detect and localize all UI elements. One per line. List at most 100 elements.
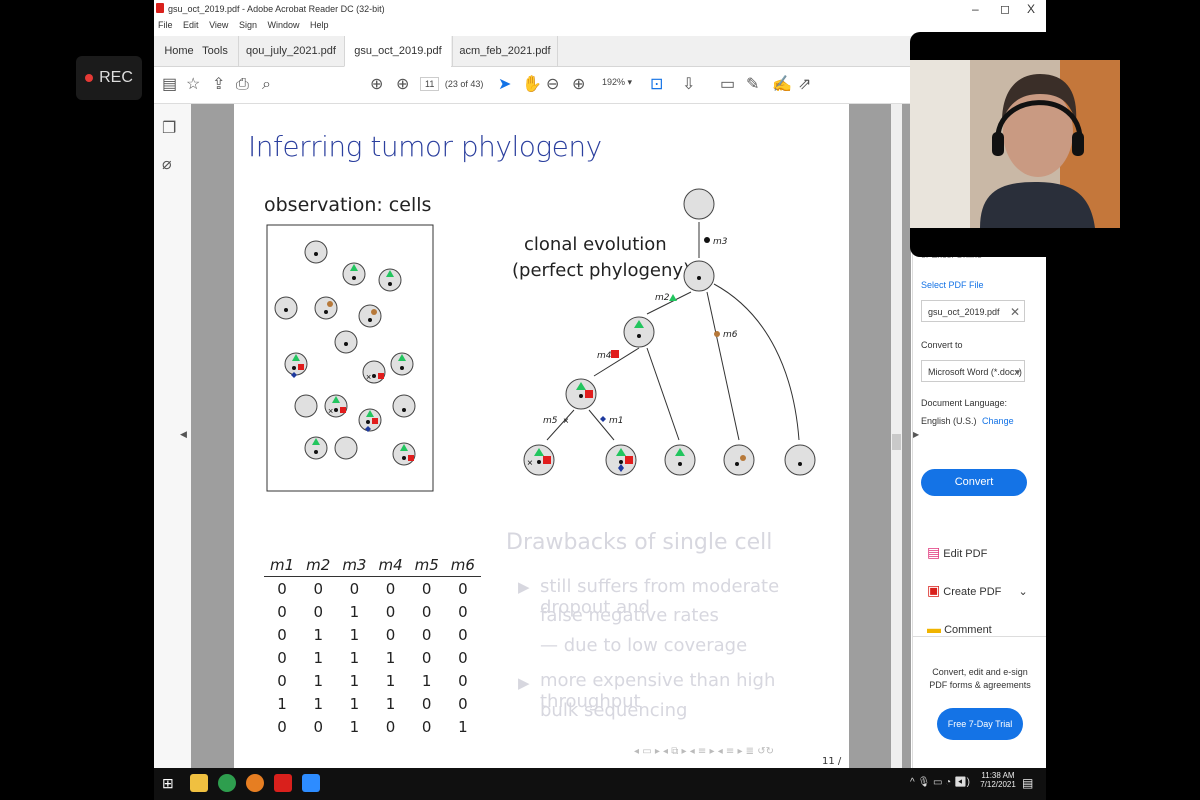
clear-file-icon[interactable]: ✕: [1010, 301, 1020, 323]
matrix-cell: 1: [458, 717, 468, 736]
panel-divider: [913, 636, 1046, 637]
scroll-mode-icon[interactable]: ⇩: [682, 76, 695, 94]
matrix-header: m2: [300, 554, 337, 577]
matrix-header: m5: [408, 554, 445, 577]
acrobat-taskbar-icon[interactable]: [274, 774, 292, 792]
windows-start-icon[interactable]: ⊞: [162, 775, 174, 792]
menu-sign[interactable]: Sign: [239, 20, 257, 30]
menu-view[interactable]: View: [209, 20, 228, 30]
matrix-cell: 0: [277, 602, 287, 621]
collapse-left-icon[interactable]: ◀: [180, 429, 187, 440]
convert-to-select[interactable]: Microsoft Word (*.docx) ▾: [921, 360, 1025, 382]
matrix-cell: 0: [421, 694, 432, 713]
zoom-taskbar-icon[interactable]: [302, 774, 320, 792]
matrix-cell: 0: [421, 625, 432, 644]
edit-pdf-icon: ▤: [927, 544, 941, 560]
fit-page-icon[interactable]: ⊡: [650, 76, 663, 94]
notifications-icon[interactable]: ▤: [1022, 776, 1033, 790]
mutation-label-m3: m3: [713, 237, 728, 247]
matrix-cell: 1: [349, 648, 360, 667]
sign-icon[interactable]: ✍: [772, 76, 792, 94]
table-row: 1 1 1 1 0 0: [264, 692, 481, 715]
matrix-cell: 0: [385, 625, 396, 644]
menu-edit[interactable]: Edit: [183, 20, 199, 30]
table-row: 0 1 1 1 1 0: [264, 669, 481, 692]
left-navigation-rail: ❐ ⌀ ◀: [154, 104, 192, 768]
select-cursor-icon[interactable]: ➤: [498, 76, 511, 94]
comment-icon[interactable]: ▭: [720, 76, 735, 94]
table-row: 0 1 1 0 0 0: [264, 623, 481, 646]
file-explorer-icon[interactable]: [190, 774, 208, 792]
matrix-cell: 1: [313, 625, 323, 644]
minimize-button[interactable]: –: [972, 2, 979, 16]
edit-pdf-tool[interactable]: ▤ Edit PDF: [927, 544, 987, 561]
bullet-marker: ▶: [518, 578, 530, 596]
share-icon[interactable]: ⇗: [798, 76, 811, 94]
menu-help[interactable]: Help: [310, 20, 329, 30]
convert-button[interactable]: Convert: [921, 469, 1027, 496]
vertical-scrollbar[interactable]: [891, 104, 902, 768]
matrix-cell: 0: [277, 717, 287, 736]
app-icon[interactable]: [246, 774, 264, 792]
bookmark-star-icon[interactable]: ☆: [186, 76, 200, 94]
svg-text:×: ×: [328, 406, 333, 416]
document-viewer[interactable]: Inferring tumor phylogeny observation: c…: [191, 104, 911, 768]
print-icon[interactable]: ⎙: [236, 76, 249, 94]
free-trial-button[interactable]: Free 7-Day Trial: [937, 708, 1023, 740]
tab-document[interactable]: acm_feb_2021.pdf: [452, 36, 558, 66]
edit-pdf-label: Edit PDF: [943, 548, 988, 560]
matrix-cell: 1: [421, 671, 432, 690]
phylogeny-tree-figure: × × m3 m2 m6 m4 m5 m1: [523, 188, 816, 476]
matrix-cell: 0: [349, 579, 360, 598]
save-icon[interactable]: ▤: [162, 76, 177, 94]
selected-file-name: gsu_oct_2019.pdf: [928, 307, 1000, 317]
tab-document-active[interactable]: gsu_oct_2019.pdf ×: [344, 36, 451, 87]
document-language-label: Document Language:: [921, 398, 1008, 408]
pages-panel-icon[interactable]: ❐: [162, 118, 176, 138]
change-language-link[interactable]: Change: [982, 416, 1014, 426]
tab-home[interactable]: Home: [162, 36, 196, 66]
previous-page-icon[interactable]: ⊕: [370, 76, 383, 94]
upload-cloud-icon[interactable]: ⇪: [212, 76, 225, 94]
menu-file[interactable]: File: [158, 20, 173, 30]
hand-tool-icon[interactable]: ✋: [522, 76, 542, 94]
comment-tool[interactable]: ▬ Comment: [927, 620, 992, 636]
tab-tools[interactable]: Tools: [200, 36, 230, 66]
menu-window[interactable]: Window: [267, 20, 299, 30]
chrome-icon[interactable]: [218, 774, 236, 792]
clock[interactable]: 11:38 AM 7/12/2021: [980, 771, 1016, 789]
scrollbar-thumb[interactable]: [892, 434, 901, 450]
page-number-input[interactable]: 11: [420, 77, 440, 91]
page-number-field[interactable]: 11 (23 of 43): [420, 77, 483, 91]
matrix-cell: 0: [313, 717, 323, 736]
bullet-marker: ▶: [518, 674, 530, 692]
matrix-cell: 0: [458, 602, 468, 621]
zoom-select[interactable]: 192% ▾: [602, 77, 632, 88]
webcam-video-overlay: [910, 32, 1120, 257]
next-page-icon[interactable]: ⊕: [396, 76, 409, 94]
comment-tool-icon: ▬: [927, 620, 941, 636]
beamer-navigation-icons[interactable]: ◂ ▭ ▸ ◂ ⧉ ▸ ◂ ≡ ▸ ◂ ≡ ▸ ≣ ↺↻: [634, 746, 774, 757]
zoom-in-icon[interactable]: ⊕: [572, 76, 585, 94]
zoom-out-icon[interactable]: ⊖: [546, 76, 559, 94]
windows-taskbar: ⊞ ^ 🎙 ▭ ◔ ◀) 11:38 AM 7/12/2021 ▤: [154, 768, 1046, 800]
maximize-button[interactable]: ◻: [1000, 2, 1010, 16]
expand-panel-icon[interactable]: ▶: [913, 430, 919, 439]
acrobat-app-icon: [156, 3, 164, 13]
highlight-pen-icon[interactable]: ✎: [746, 76, 759, 94]
mutation-label-m4: m4: [597, 351, 612, 361]
mutation-label-m5: m5: [543, 416, 558, 426]
search-icon[interactable]: ⌕: [262, 76, 271, 94]
system-tray-icons[interactable]: ^ 🎙 ▭ ◔ ◀): [910, 777, 970, 788]
tab-document[interactable]: qou_july_2021.pdf: [238, 36, 343, 66]
matrix-cell: 1: [385, 648, 396, 667]
selected-file-field[interactable]: gsu_oct_2019.pdf ✕: [921, 300, 1025, 322]
matrix-cell: 0: [421, 648, 432, 667]
create-pdf-tool[interactable]: ▣ Create PDF ⌄: [927, 582, 1028, 599]
close-button[interactable]: X: [1027, 2, 1035, 16]
select-pdf-label: Select PDF File: [921, 280, 984, 290]
convert-to-label: Convert to: [921, 340, 963, 350]
attachment-icon[interactable]: ⌀: [162, 154, 172, 174]
chevron-down-icon[interactable]: ⌄: [1018, 586, 1027, 598]
matrix-cell: 0: [421, 579, 432, 598]
